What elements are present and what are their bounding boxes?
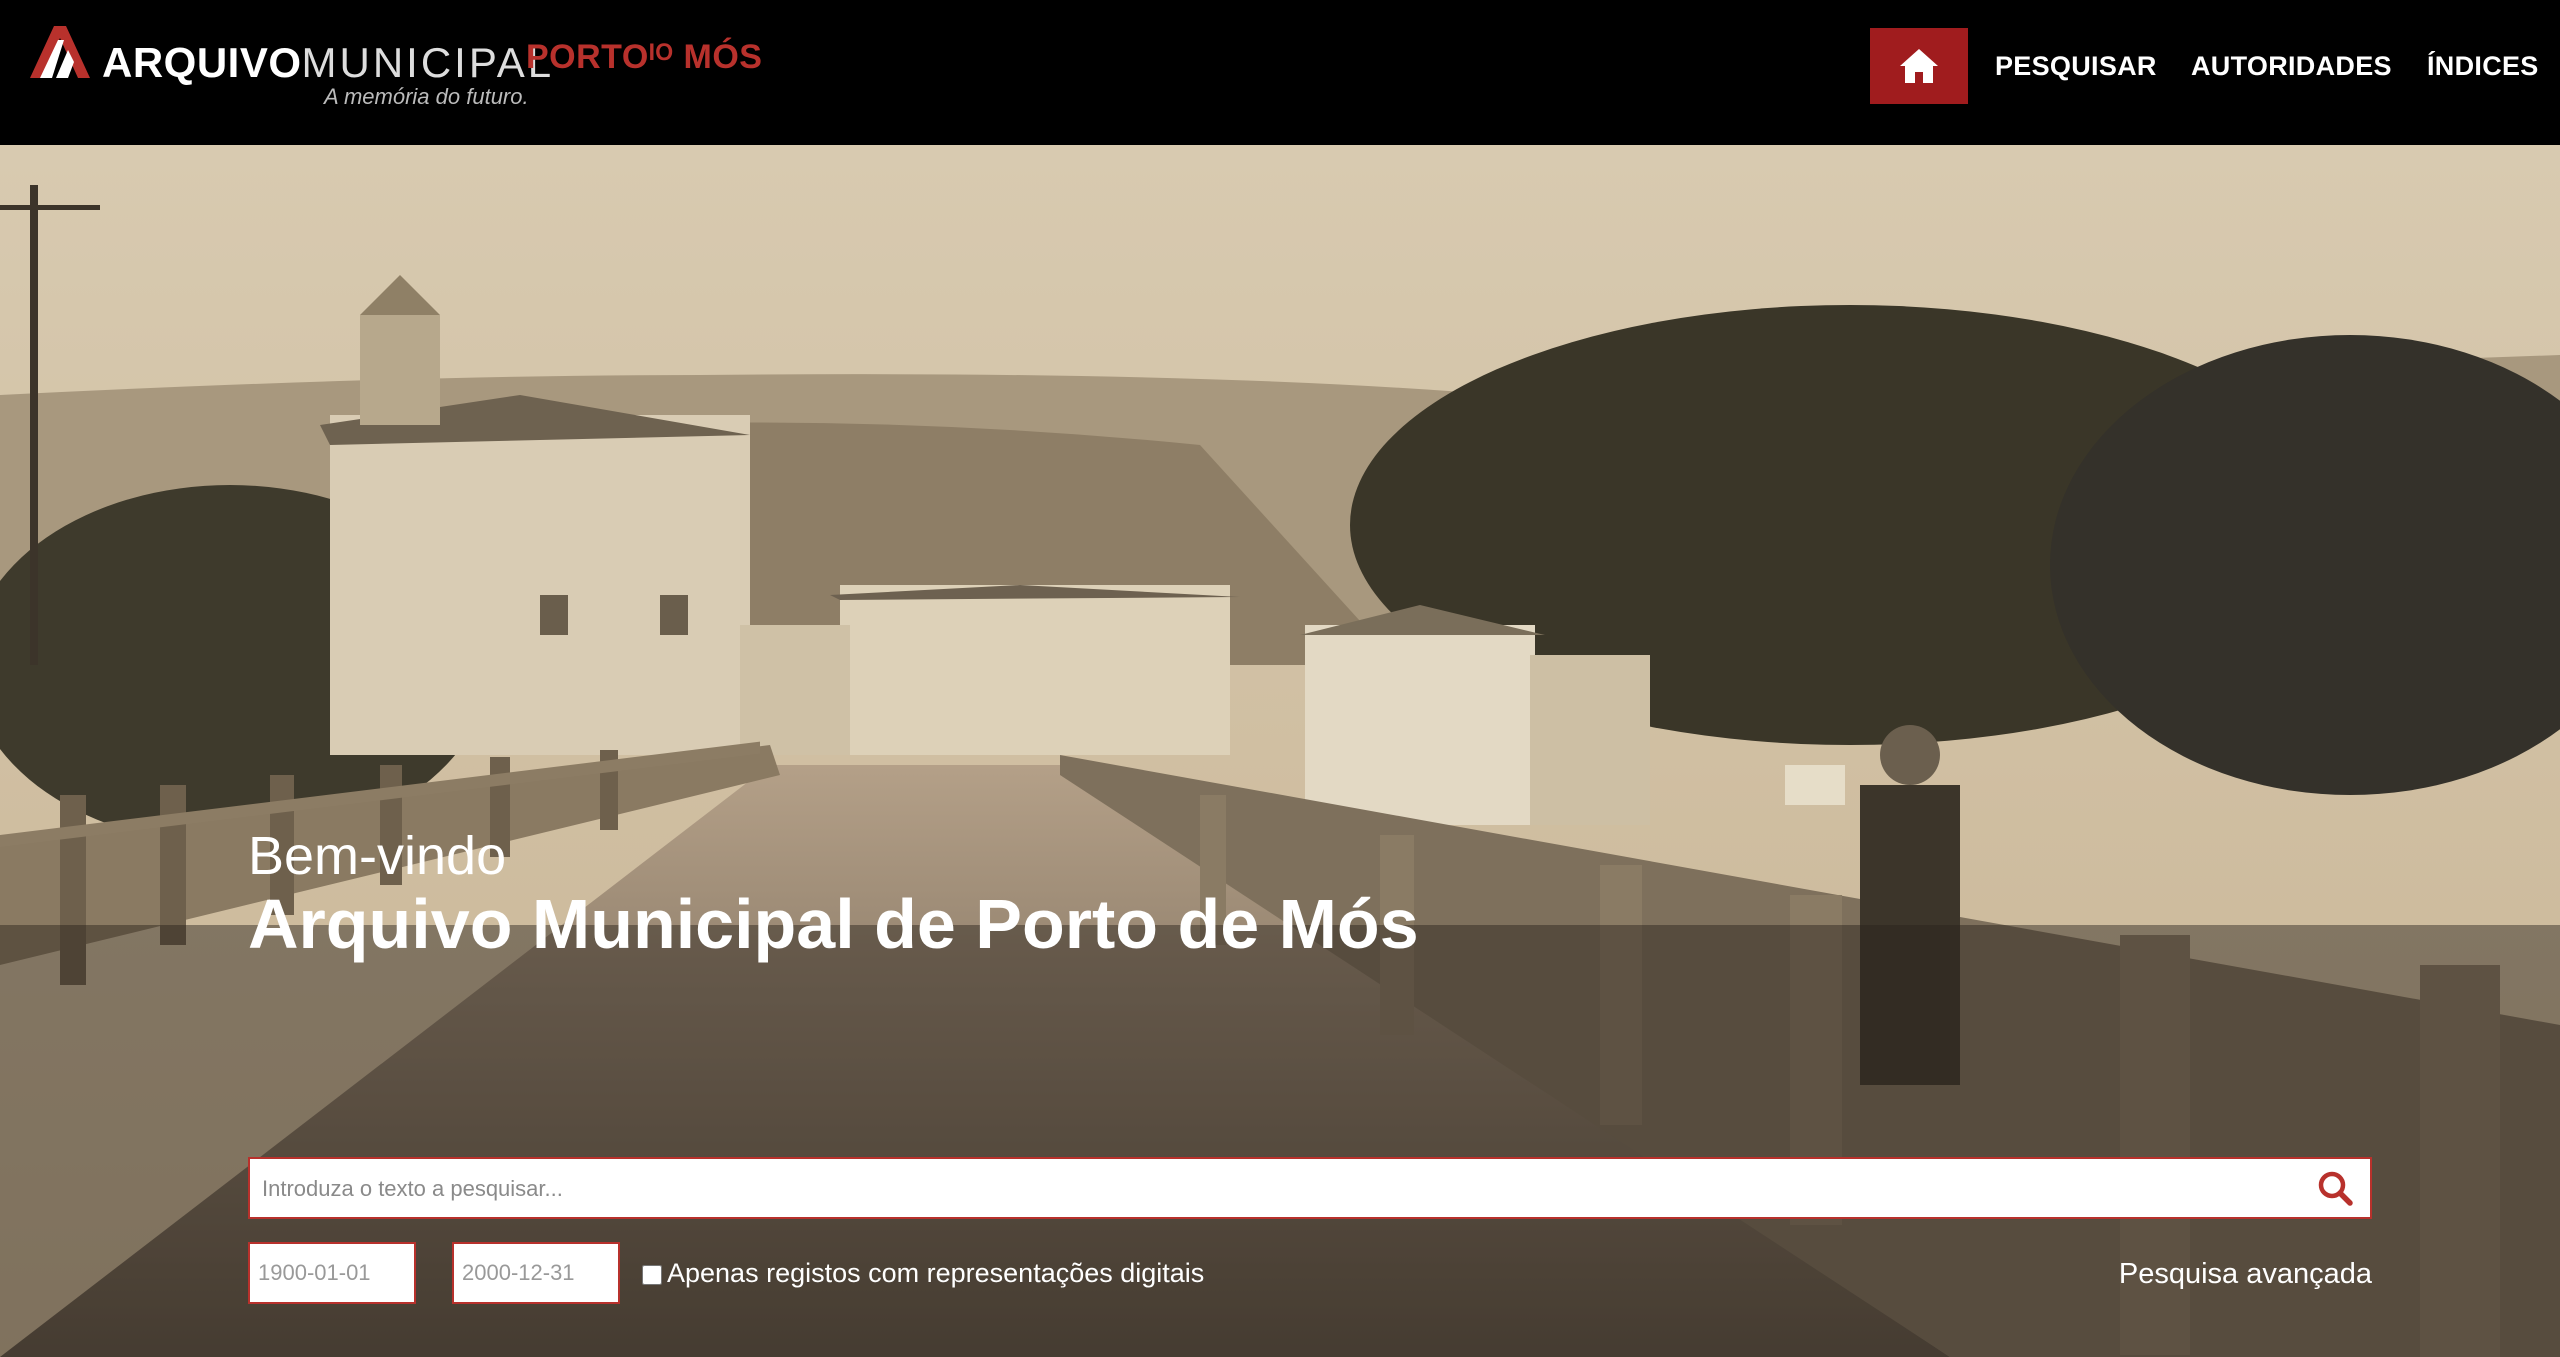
nav-item-autoridades[interactable]: AUTORIDADES [2191, 28, 2392, 104]
home-icon [1900, 49, 1938, 83]
digital-only-label[interactable]: Apenas registos com representações digit… [667, 1258, 1204, 1289]
advanced-search-link[interactable]: Pesquisa avançada [2119, 1258, 2372, 1291]
page-title: Arquivo Municipal de Porto de Mós [248, 885, 1419, 963]
logo-word-arquivo: ARQUIVO [102, 39, 302, 86]
logo-wordmark: ARQUIVOMUNICIPAL [102, 38, 554, 88]
logo-word-municipal: MUNICIPAL [301, 39, 555, 86]
digital-only-checkbox[interactable] [642, 1265, 662, 1285]
search-input[interactable] [260, 1159, 2284, 1219]
logo-mark-icon [30, 26, 90, 78]
search-icon [2318, 1171, 2353, 1206]
logo-tagline: A memória do futuro. [324, 84, 529, 109]
date-to-field [452, 1242, 620, 1304]
logo-place-name: PORTOᴵᴼ MÓS [526, 38, 763, 76]
nav-home-button[interactable] [1870, 28, 1968, 104]
search-box [248, 1157, 2372, 1219]
nav-item-pesquisar[interactable]: PESQUISAR [1995, 28, 2157, 104]
site-logo[interactable]: ARQUIVOMUNICIPAL PORTOᴵᴼ MÓS A memória d… [26, 20, 762, 120]
welcome-heading: Bem-vindo [248, 826, 507, 886]
nav-item-indices[interactable]: ÍNDICES [2427, 28, 2539, 104]
date-from-input[interactable] [250, 1244, 410, 1302]
top-navbar: ARQUIVOMUNICIPAL PORTOᴵᴼ MÓS A memória d… [0, 0, 2560, 145]
search-button[interactable] [2306, 1159, 2364, 1217]
date-from-field [248, 1242, 416, 1304]
date-to-input[interactable] [454, 1244, 614, 1302]
